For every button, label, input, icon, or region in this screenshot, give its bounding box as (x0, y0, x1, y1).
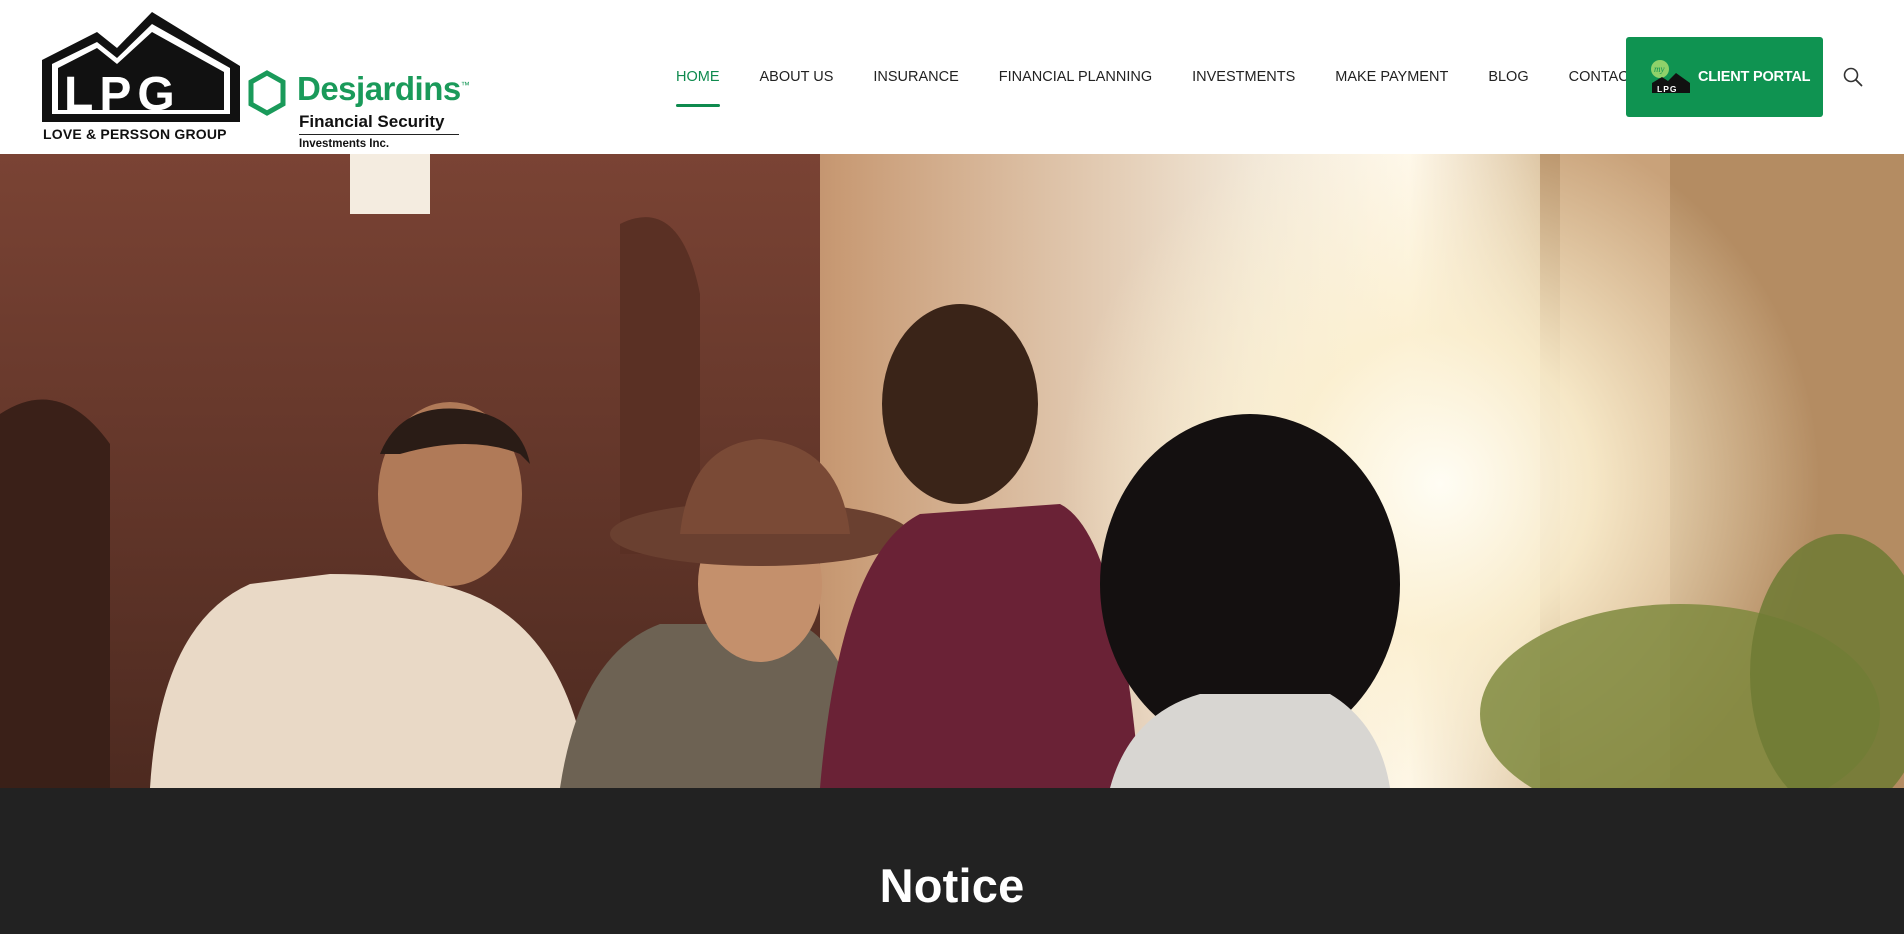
notice-title: Notice (879, 859, 1025, 912)
my-badge-text: my (1654, 64, 1665, 74)
main-nav: HOME ABOUT US INSURANCE FINANCIAL PLANNI… (676, 0, 1678, 154)
svg-text:LPG: LPG (64, 68, 181, 121)
site-header: LPG LOVE & PERSSON GROUP Desjardins™ Fin… (0, 0, 1904, 154)
nav-financial-planning[interactable]: FINANCIAL PLANNING (999, 63, 1152, 91)
nav-blog[interactable]: BLOG (1488, 63, 1528, 91)
site-logo[interactable]: LPG LOVE & PERSSON GROUP Desjardins™ Fin… (42, 10, 482, 150)
hero-illustration (0, 154, 1904, 788)
desjardins-line2: Investments Inc. (299, 138, 390, 150)
trademark: ™ (460, 80, 470, 90)
nav-about-us[interactable]: ABOUT US (760, 63, 834, 91)
desjardins-divider (299, 134, 459, 135)
my-lpg-icon: my LPG (1651, 60, 1690, 94)
lpg-logo-mark: LPG (42, 12, 240, 122)
notice-section: Notice (0, 788, 1904, 934)
desjardins-hexagon-icon (248, 70, 286, 116)
client-portal-button[interactable]: my LPG CLIENT PORTAL (1626, 37, 1823, 117)
lpg-mini-text: LPG (1657, 84, 1677, 94)
desjardins-line1: Financial Security (299, 112, 445, 131)
hero-image (0, 154, 1904, 788)
nav-insurance[interactable]: INSURANCE (873, 63, 958, 91)
nav-make-payment[interactable]: MAKE PAYMENT (1335, 63, 1448, 91)
nav-investments[interactable]: INVESTMENTS (1192, 63, 1295, 91)
desjardins-logo: Desjardins™ Financial Security Investmen… (247, 60, 487, 150)
client-portal-label: CLIENT PORTAL (1698, 69, 1811, 85)
desjardins-name: Desjardins (297, 70, 461, 107)
lpg-tagline: LOVE & PERSSON GROUP (43, 126, 227, 142)
search-icon[interactable] (1842, 66, 1864, 88)
nav-home[interactable]: HOME (676, 63, 720, 107)
